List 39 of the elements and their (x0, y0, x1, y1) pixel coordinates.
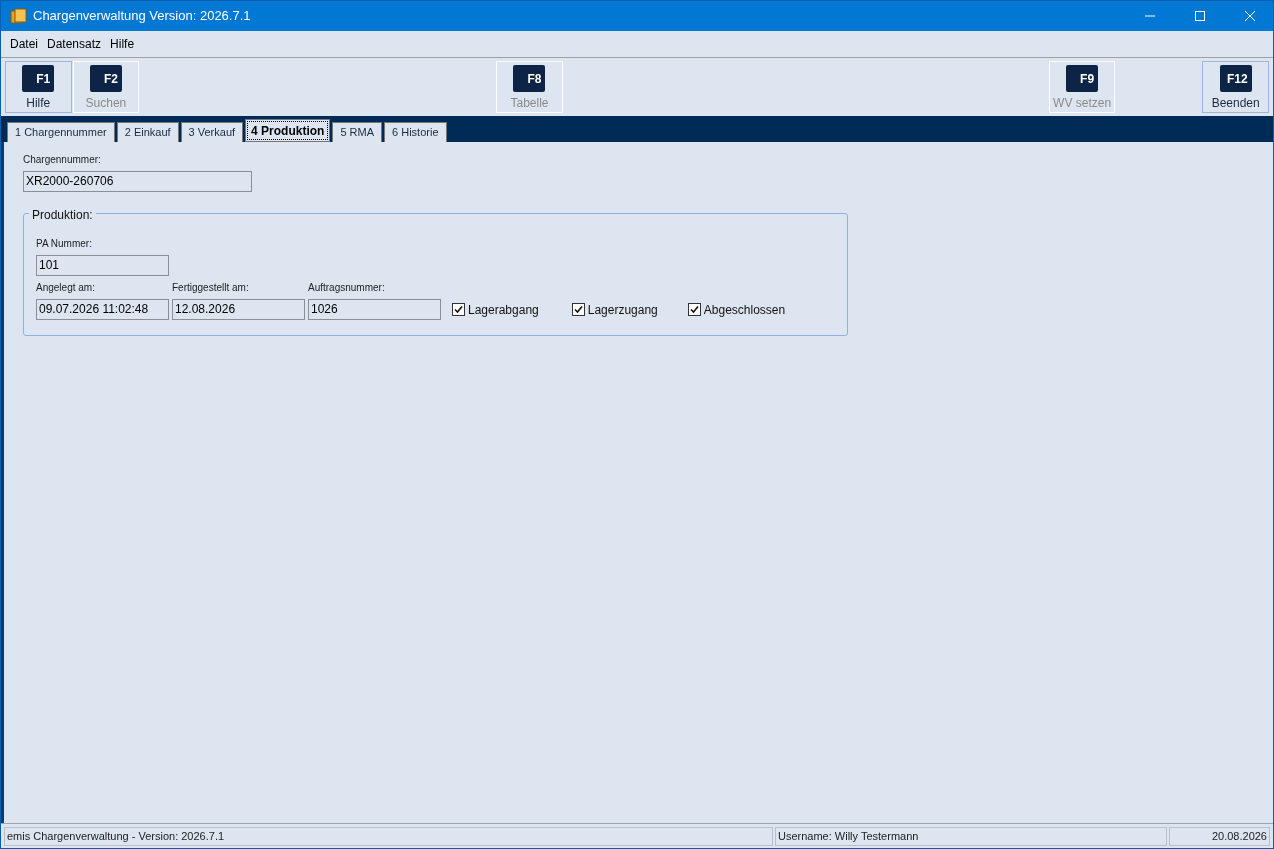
field-label: Fertiggestellt am: (172, 281, 250, 295)
field-label: Auftragsnummer: (308, 281, 386, 295)
tab[interactable]: 3 Verkauf (180, 122, 244, 142)
checkbox-label: Lagerzugang (587, 301, 658, 319)
tab[interactable]: 2 Einkauf (116, 122, 179, 142)
checkbox[interactable] (687, 303, 701, 316)
tab[interactable]: 1 Chargennummer (7, 122, 115, 142)
tab[interactable]: 6 Historie (384, 122, 447, 142)
tab[interactable]: 5 RMA (332, 122, 383, 142)
checkbox-label: Lagerabgang (468, 301, 539, 319)
menu-item[interactable]: Datei (10, 35, 38, 53)
key-icon: F8 (513, 65, 546, 92)
tab[interactable]: 4 Produktion (245, 119, 331, 142)
field-label: Chargennummer: (23, 153, 102, 167)
field-label: PA Nummer: (36, 237, 93, 251)
key-icon: F2 (89, 65, 122, 92)
checkbox[interactable] (571, 303, 585, 316)
input-field[interactable]: 101 (36, 255, 169, 276)
key-icon: F1 (22, 65, 55, 92)
window-title: Chargenverwaltung Version: 2026.7.1 (33, 7, 251, 26)
toolbar-button[interactable]: F1 Hilfe (5, 61, 72, 113)
status-text: Username: Willy Testermann (775, 826, 1167, 846)
input-field[interactable]: 12.08.2026 (172, 299, 305, 320)
input-field[interactable]: 1026 (308, 299, 441, 320)
close-icon[interactable] (1244, 10, 1256, 22)
maximize-icon[interactable] (1194, 10, 1206, 22)
input-field[interactable]: 09.07.2026 11:02:48 (36, 299, 169, 320)
key-icon: F9 (1066, 65, 1099, 92)
app-icon (10, 8, 27, 24)
status-text: emis Chargenverwaltung - Version: 2026.7.1 (4, 826, 773, 846)
key-icon: F12 (1219, 65, 1252, 92)
menu-item[interactable]: Datensatz (47, 35, 102, 53)
toolbar-button[interactable]: F12 Beenden (1202, 61, 1269, 113)
checkbox[interactable] (452, 303, 465, 316)
field-label: Angelegt am: (36, 281, 96, 295)
input-field[interactable]: XR2000-260706 (23, 171, 252, 192)
status-text: 20.08.2026 (1169, 826, 1270, 846)
menu-item[interactable]: Hilfe (110, 35, 135, 53)
checkbox-label: Abgeschlossen (703, 301, 786, 319)
